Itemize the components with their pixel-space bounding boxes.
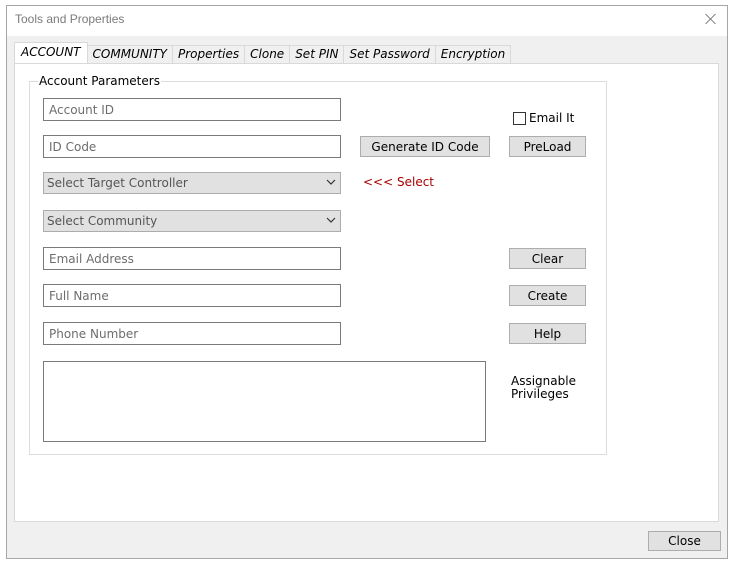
checkbox-box[interactable] (513, 111, 526, 125)
email-address-input[interactable] (44, 248, 340, 269)
chevron-down-icon (326, 217, 336, 223)
email-it-checkbox[interactable]: Email It (513, 111, 574, 125)
tools-properties-window: Tools and Properties ACCOUNT COMMUNITY P… (6, 5, 728, 559)
tab-account[interactable]: ACCOUNT (14, 42, 88, 63)
phone-number-input[interactable] (44, 323, 340, 344)
account-id-field[interactable] (43, 98, 341, 121)
help-button[interactable]: Help (509, 323, 586, 344)
email-it-label: Email It (529, 111, 575, 125)
chevron-down-icon (326, 179, 336, 185)
email-address-field[interactable] (43, 247, 341, 270)
clear-button[interactable]: Clear (509, 248, 586, 269)
create-button[interactable]: Create (509, 285, 586, 306)
preload-button[interactable]: PreLoad (509, 136, 586, 157)
close-icon[interactable] (703, 11, 719, 27)
window-title: Tools and Properties (15, 12, 125, 26)
tab-clone[interactable]: Clone (244, 45, 291, 63)
phone-number-field[interactable] (43, 322, 341, 345)
account-parameters-group: Account Parameters Email It Generate ID … (29, 74, 607, 455)
community-value: Select Community (47, 214, 158, 228)
tab-set-password[interactable]: Set Password (343, 45, 436, 63)
full-name-field[interactable] (43, 284, 341, 307)
privileges-list[interactable] (43, 361, 486, 442)
tab-strip: ACCOUNT COMMUNITY Properties Clone Set P… (14, 42, 512, 63)
id-code-input[interactable] (44, 136, 340, 157)
full-name-input[interactable] (44, 285, 340, 306)
target-controller-select[interactable]: Select Target Controller (43, 172, 341, 194)
title-bar: Tools and Properties (7, 6, 727, 36)
id-code-field[interactable] (43, 135, 341, 158)
tab-set-pin[interactable]: Set PIN (289, 45, 345, 63)
close-button[interactable]: Close (648, 531, 721, 551)
select-hint: <<< Select (363, 175, 434, 189)
generate-id-code-button[interactable]: Generate ID Code (360, 136, 490, 157)
tab-encryption[interactable]: Encryption (434, 45, 512, 63)
account-id-input[interactable] (44, 99, 340, 120)
account-panel: Account Parameters Email It Generate ID … (14, 63, 719, 522)
privileges-label-line2: Privileges (511, 387, 569, 401)
tab-properties[interactable]: Properties (172, 45, 246, 63)
tab-community[interactable]: COMMUNITY (86, 45, 174, 63)
group-label: Account Parameters (38, 74, 161, 88)
target-controller-value: Select Target Controller (47, 176, 188, 190)
community-select[interactable]: Select Community (43, 210, 341, 232)
